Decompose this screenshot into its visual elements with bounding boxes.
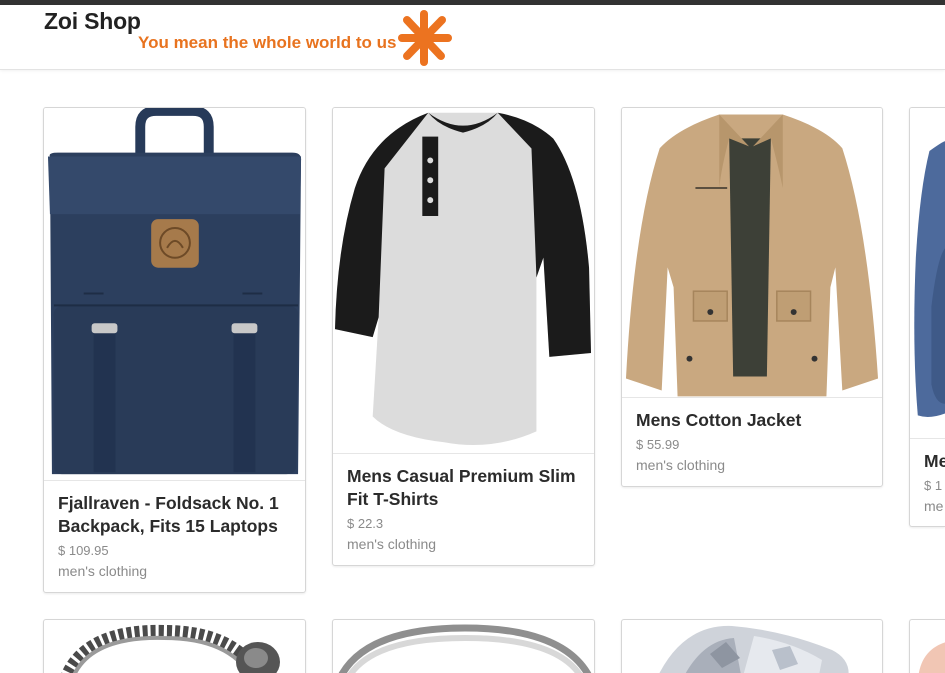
partial-product-image[interactable]	[910, 620, 945, 673]
product-card[interactable]: Mens Casual Premium Slim Fit T-Shirts $ …	[332, 107, 595, 566]
product-category: men's clothing	[58, 563, 148, 579]
product-card[interactable]: Me $ 1 me	[909, 107, 945, 527]
product-category: men's clothing	[636, 457, 726, 473]
product-card[interactable]	[909, 619, 945, 673]
product-price: $ 55.99	[636, 437, 680, 452]
product-title[interactable]: Mens Cotton Jacket	[636, 409, 872, 432]
product-card[interactable]	[621, 619, 883, 673]
silver-ring-image[interactable]	[333, 620, 595, 673]
raglan-henley-tshirt-image[interactable]	[333, 108, 594, 454]
navy-backpack-image[interactable]	[44, 108, 305, 481]
product-title[interactable]: Mens Casual Premium Slim Fit T-Shirts	[347, 465, 584, 511]
product-category: me	[924, 498, 944, 514]
blue-shirt-image[interactable]	[910, 108, 945, 439]
diamond-ring-image[interactable]	[622, 620, 883, 673]
dragon-chain-bracelet-image[interactable]	[44, 620, 306, 673]
orange-asterisk-icon	[398, 10, 452, 66]
product-price: $ 22.3	[347, 516, 384, 531]
product-price: $ 1	[924, 478, 943, 493]
product-title[interactable]: Fjallraven - Foldsack No. 1 Backpack, Fi…	[58, 492, 295, 538]
product-title[interactable]: Me	[924, 450, 945, 473]
product-card[interactable]: Mens Cotton Jacket $ 55.99 men's clothin…	[621, 107, 883, 487]
tagline: You mean the whole world to us	[138, 33, 397, 52]
product-price: $ 109.95	[58, 543, 109, 558]
product-card[interactable]	[332, 619, 595, 673]
site-header: Zoi Shop You mean the whole world to us	[0, 5, 945, 70]
product-category: men's clothing	[347, 536, 437, 552]
khaki-jacket-image[interactable]	[622, 108, 882, 398]
product-card[interactable]	[43, 619, 306, 673]
product-card[interactable]: Fjallraven - Foldsack No. 1 Backpack, Fi…	[43, 107, 306, 593]
brand-name[interactable]: Zoi Shop	[44, 8, 141, 35]
